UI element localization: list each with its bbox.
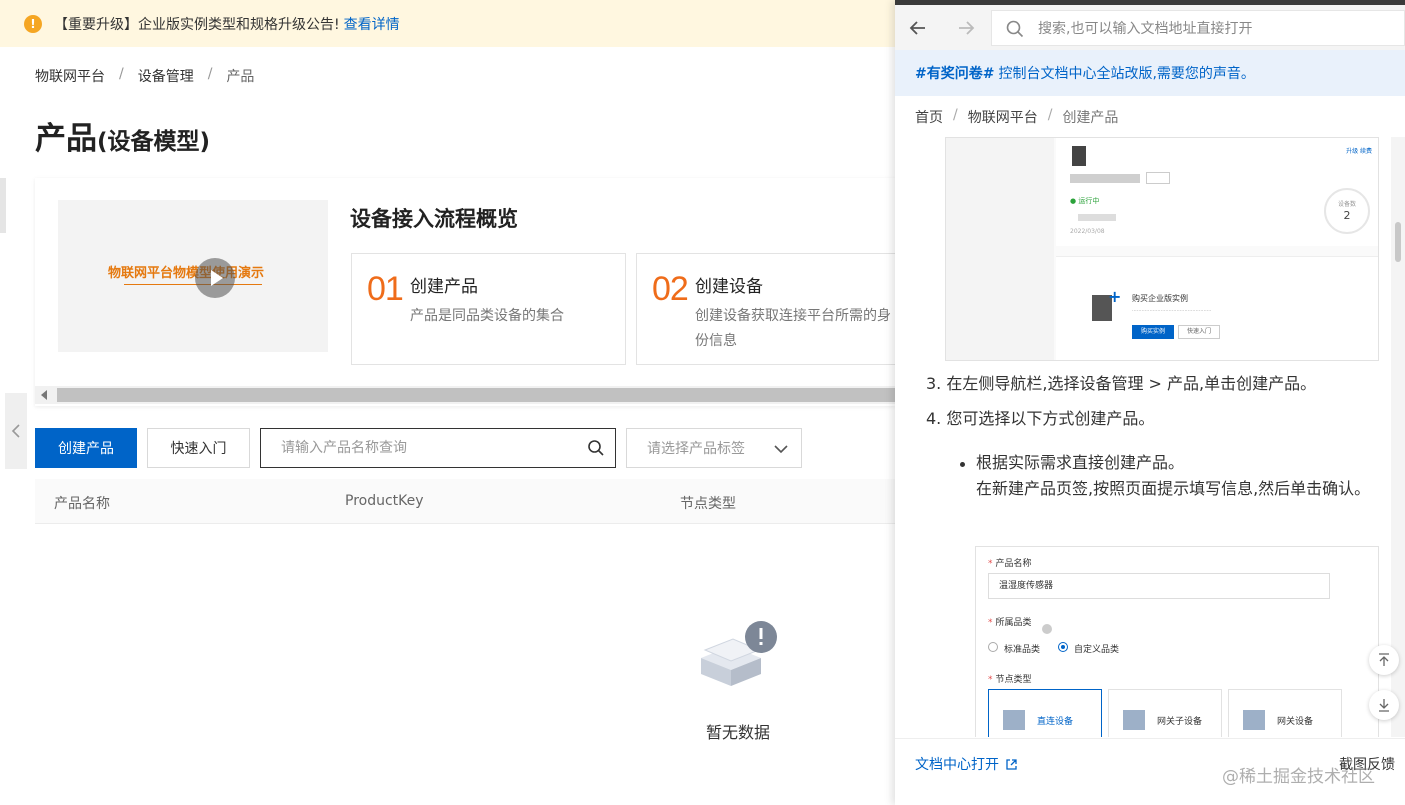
sidebar-expand-button[interactable] — [5, 393, 27, 469]
open-in-doc-center-link[interactable]: 文档中心打开 — [915, 754, 1018, 774]
step-number: 01 — [367, 270, 404, 308]
step-desc: 创建设备获取连接平台所需的身份信息 — [695, 308, 891, 349]
horizontal-scrollbar[interactable] — [35, 386, 895, 404]
product-search-input[interactable] — [261, 429, 615, 467]
quick-start-button[interactable]: 快速入门 — [147, 428, 250, 468]
chevron-down-icon — [774, 445, 788, 454]
doc-breadcrumb-item[interactable]: 物联网平台 — [968, 107, 1038, 127]
product-toolbar: 创建产品 快速入门 请选择产品标签 — [35, 428, 802, 468]
scrollbar-thumb[interactable] — [57, 388, 895, 402]
doc-bullet: 根据实际需求直接创建产品。 在新建产品页签,按照页面提示填写信息,然后单击确认。 — [976, 450, 1386, 502]
instance-date: 2022/03/08 — [1070, 228, 1105, 235]
doc-breadcrumb: 首页 / 物联网平台 / 创建产品 — [915, 107, 1119, 127]
doc-nav-bar: 搜索,也可以输入文档地址直接打开 — [895, 5, 1405, 50]
breadcrumb-item[interactable]: 物联网平台 — [35, 66, 105, 86]
step-title: 创建产品 — [410, 277, 478, 297]
doc-screenshot-instance: 升级 续费 ● 运行中 2022/03/08 设备数 2 + 购买企业版实例 ·… — [945, 137, 1379, 361]
help-icon — [1042, 624, 1052, 634]
product-search — [260, 428, 616, 468]
back-to-top-button[interactable] — [1369, 645, 1399, 675]
doc-panel: 搜索,也可以输入文档地址直接打开 #有奖问卷# 控制台文档中心全站改版,需要您的… — [895, 0, 1405, 805]
play-icon[interactable] — [195, 258, 235, 298]
chevron-left-icon — [11, 424, 20, 438]
page-title: 产品(设备模型) — [35, 121, 211, 157]
scroll-bottom-button[interactable] — [1369, 690, 1399, 720]
video-title: 物联网平台物模型使用演示 — [108, 266, 265, 281]
doc-search-placeholder: 搜索,也可以输入文档地址直接打开 — [1038, 21, 1253, 37]
node-type-subdevice: 网关子设备 — [1108, 689, 1222, 737]
bullet-title: 根据实际需求直接创建产品。 — [976, 453, 1185, 472]
survey-tag: #有奖问卷# — [915, 66, 995, 82]
doc-breadcrumb-item[interactable]: 首页 — [915, 107, 943, 127]
node-type-gateway: 网关设备 — [1228, 689, 1342, 737]
watermark: @稀土掘金技术社区 — [1222, 767, 1375, 787]
breadcrumb: 物联网平台 / 设备管理 / 产品 — [35, 66, 255, 86]
back-arrow-icon[interactable] — [907, 17, 929, 39]
notice-link[interactable]: 查看详情 — [344, 14, 400, 34]
column-header: 产品名称 — [54, 496, 110, 512]
radio-standard — [988, 642, 998, 652]
product-name-field: 温湿度传感器 — [988, 573, 1330, 599]
buy-instance-card: + 购买企业版实例 ······························… — [1056, 256, 1378, 360]
step-card-create-product[interactable]: 01 创建产品 产品是同品类设备的集合 — [351, 253, 626, 365]
tag-select-placeholder: 请选择产品标签 — [647, 441, 745, 457]
step-title: 创建设备 — [695, 277, 763, 297]
demo-video[interactable]: 物联网平台物模型使用演示 — [58, 200, 328, 352]
survey-text: 控制台文档中心全站改版,需要您的声音。 — [998, 66, 1255, 82]
doc-content: 升级 续费 ● 运行中 2022/03/08 设备数 2 + 购买企业版实例 ·… — [895, 137, 1391, 737]
table-header: 产品名称 ProductKey 节点类型 — [35, 479, 895, 524]
notice-text: 【重要升级】企业版实例类型和规格升级公告! — [54, 16, 340, 33]
radio-custom — [1058, 642, 1068, 652]
device-icon — [1003, 710, 1025, 730]
step-number: 02 — [652, 270, 689, 308]
arrow-down-icon — [1379, 699, 1389, 712]
create-product-button[interactable]: 创建产品 — [35, 428, 137, 468]
column-header: ProductKey — [345, 493, 424, 509]
doc-step-4: 4. 您可选择以下方式创建产品。 — [926, 409, 1155, 428]
external-link-icon — [1006, 758, 1017, 770]
search-icon — [1006, 20, 1024, 38]
doc-screenshot-form: * 产品名称 温湿度传感器 * 所属品类 标准品类 自定义品类 * 节点类型 直连设备… — [975, 546, 1379, 737]
step-card-create-device[interactable]: 02 创建设备 创建设备获取连接平台所需的身份信息 — [636, 253, 906, 365]
warning-icon: ! — [24, 14, 42, 33]
doc-search-input[interactable]: 搜索,也可以输入文档地址直接打开 — [991, 10, 1405, 46]
instance-card: 升级 续费 ● 运行中 2022/03/08 设备数 2 — [1056, 138, 1378, 246]
side-edge — [0, 178, 6, 233]
server-icon — [1072, 146, 1086, 166]
step-desc: 产品是同品类设备的集合 — [410, 308, 564, 324]
doc-scrollbar[interactable] — [1391, 137, 1405, 737]
column-header: 节点类型 — [680, 496, 736, 512]
device-icon — [1123, 710, 1145, 730]
doc-breadcrumb-current: 创建产品 — [1062, 110, 1119, 126]
access-overview-panel: 物联网平台物模型使用演示 设备接入流程概览 01 创建产品 产品是同品类设备的集… — [35, 178, 906, 406]
bullet-desc: 在新建产品页签,按照页面提示填写信息,然后单击确认。 — [976, 479, 1371, 498]
screen: ! 【重要升级】企业版实例类型和规格升级公告! 查看详情 物联网平台 / 设备管… — [0, 0, 1405, 805]
device-icon — [1243, 710, 1265, 730]
arrow-up-icon — [1379, 653, 1389, 666]
device-count-ring: 设备数 2 — [1324, 188, 1370, 234]
empty-state-text: 暂无数据 — [706, 723, 771, 742]
empty-data-icon — [701, 621, 777, 686]
breadcrumb-current: 产品 — [226, 69, 255, 85]
overview-title: 设备接入流程概览 — [350, 207, 518, 231]
doc-step-3: 3. 在左侧导航栏,选择设备管理 > 产品,单击创建产品。 — [926, 374, 1317, 393]
forward-arrow-icon[interactable] — [955, 17, 977, 39]
page-subtitle: (设备模型) — [97, 129, 211, 155]
instance-links: 升级 续费 — [1346, 148, 1372, 155]
instance-status: ● 运行中 — [1070, 197, 1100, 205]
plus-icon: + — [1108, 287, 1122, 306]
breadcrumb-item[interactable]: 设备管理 — [138, 66, 194, 86]
search-icon[interactable] — [587, 439, 605, 457]
scroll-left-icon[interactable] — [41, 390, 47, 400]
node-type-direct: 直连设备 — [988, 689, 1102, 737]
product-tag-select[interactable]: 请选择产品标签 — [626, 428, 802, 468]
survey-banner[interactable]: #有奖问卷# 控制台文档中心全站改版,需要您的声音。 — [895, 50, 1405, 96]
